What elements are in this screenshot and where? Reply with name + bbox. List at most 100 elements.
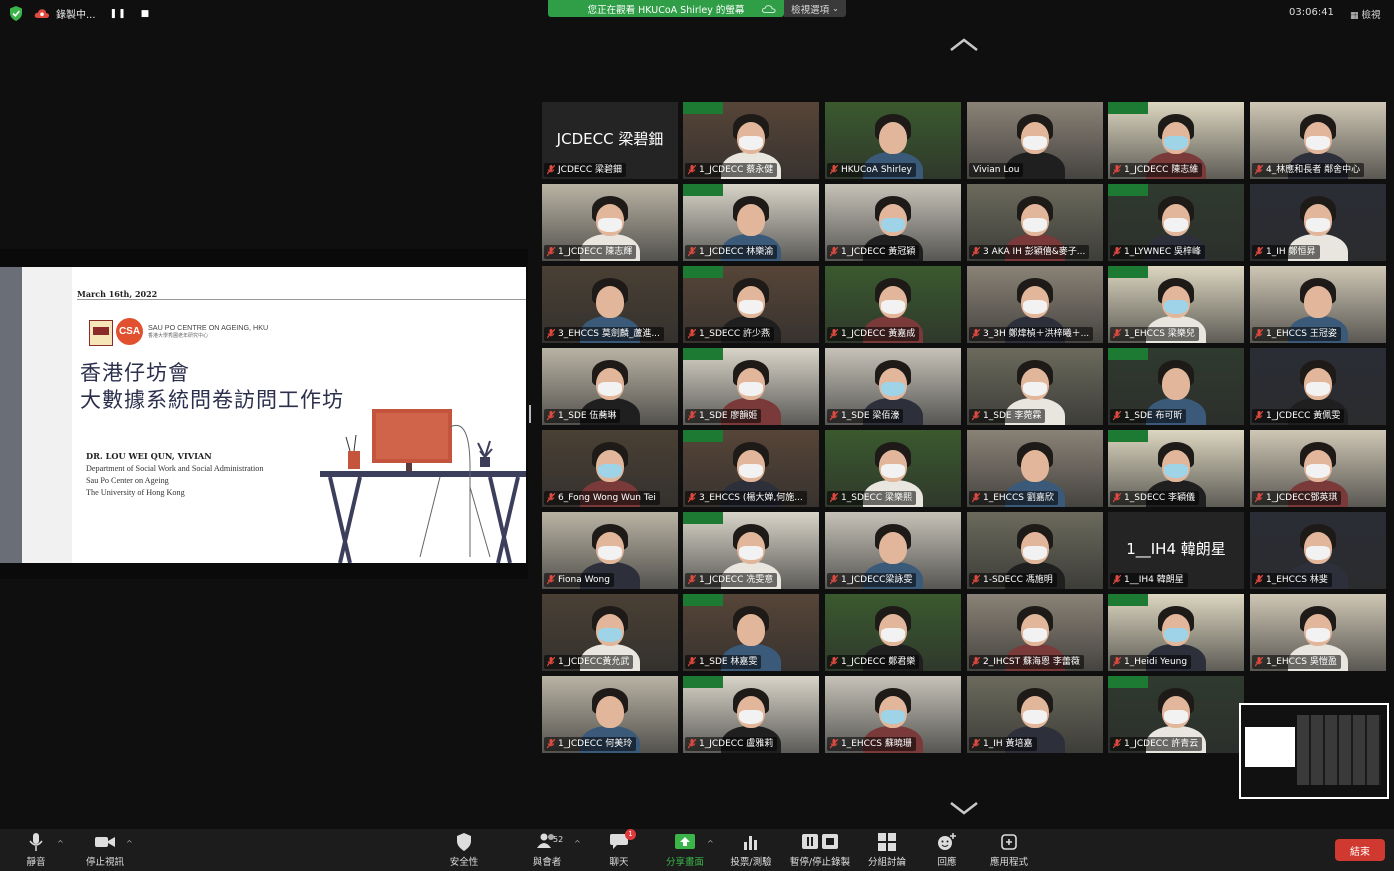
self-view-thumbnail[interactable] [1239,703,1389,799]
sau-po-logo: CSA [116,318,143,345]
face-mask [1306,136,1330,150]
muted-mic-icon [547,247,555,257]
muted-mic-icon [830,247,838,257]
participant-tile[interactable]: HKUCoA Shirley [825,102,961,179]
participant-tile[interactable]: 1_JCDECC 盧雅莉 [683,676,819,753]
participant-tile[interactable]: 1_SDECC 許少燕 [683,266,819,343]
audio-options-caret-icon[interactable]: ^ [57,839,64,848]
participant-tile[interactable]: 1-SDECC 馮施明 [967,512,1103,589]
participant-tile[interactable]: 1_EHCCS 梁樂兒 [1108,266,1244,343]
participant-tile[interactable]: Fiona Wong [542,512,678,589]
participant-tile[interactable]: 1_EHCCS 吳愷盈 [1250,594,1386,671]
participant-tile[interactable]: 1_SDECC 李穎儀 [1108,430,1244,507]
shield-icon[interactable] [9,6,23,21]
participant-tile[interactable]: 1_JCDECC 黃佩雯 [1250,348,1386,425]
participant-name-label: 1_Heidi Yeung [1110,655,1192,669]
cloud-icon [762,5,776,13]
face-mask [1023,218,1047,232]
participants-icon: 52 [527,833,567,851]
chat-button[interactable]: 1 聊天 [608,829,636,868]
participant-tile[interactable]: 1__IH4 韓朗星 1__IH4 韓朗星 [1108,512,1244,589]
participant-tile[interactable]: 1_JCDECC鄧英琪 [1250,430,1386,507]
participant-tile[interactable]: 6_Fong Wong Wun Tei [542,430,678,507]
participant-tile[interactable]: 1_SDE 布可昕 [1108,348,1244,425]
participant-tile[interactable]: 2_IHCST 蘇海恩 李蕾薇 [967,594,1103,671]
participant-tile[interactable]: 1_SDE 李菀霖 [967,348,1103,425]
view-button[interactable]: ▦ 檢視 [1350,7,1381,21]
green-banner [683,102,723,114]
participant-tile[interactable]: 1_SDECC 梁樂熙 [825,430,961,507]
participant-tile[interactable]: 1_JCDECC 鄭君樂 [825,594,961,671]
participant-tile[interactable]: 1_EHCCS 蘇曉珊 [825,676,961,753]
participant-tile[interactable]: 1_SDE 伍蕎琳 [542,348,678,425]
face-mask [1306,382,1330,396]
green-banner [683,512,723,524]
participant-tile[interactable]: 1_JCDECC 黃冠穎 [825,184,961,261]
participant-tile[interactable]: 4_林應和長者 鄰舍中心 [1250,102,1386,179]
video-options-caret-icon[interactable]: ^ [126,839,133,848]
smiley-plus-icon [938,833,956,850]
participant-tile[interactable]: 1_JCDECC 冼雯意 [683,512,819,589]
participant-tile[interactable]: 1_JCDECC 許青云 [1108,676,1244,753]
participant-name-label: 1_JCDECC梁詠雯 [827,573,917,587]
mute-button[interactable]: 靜音 [24,833,48,868]
pause-recording-icon[interactable]: ❚❚ [110,9,127,19]
participant-tile[interactable]: JCDECC 梁碧鈿 JCDECC 梁碧鈿 [542,102,678,179]
participant-tile[interactable]: 1_EHCCS 林斐 [1250,512,1386,589]
participant-tile[interactable]: 3_EHCCS 莫劍麟_蘆進... [542,266,678,343]
participant-count: 52 [553,835,564,844]
participant-name-label: 1__IH4 韓朗星 [1110,573,1188,587]
participant-tile[interactable]: 1_JCDECC 黃嘉成 [825,266,961,343]
reactions-button[interactable]: 回應 [935,833,959,868]
participant-tile[interactable]: 1_LYWNEC 吳梓峰 [1108,184,1244,261]
participant-tile[interactable]: 1_JCDECC 陳志輝 [542,184,678,261]
participants-button[interactable]: 52 與會者 [527,833,567,868]
participant-name-label: 1_EHCCS 王冠姿 [1252,327,1341,341]
participant-tile[interactable]: 1_IH 鄭恒昇 [1250,184,1386,261]
participant-tile[interactable]: 1_IH 黃培嘉 [967,676,1103,753]
participants-caret-icon[interactable]: ^ [574,839,581,848]
participant-tile[interactable]: 1_JCDECC 何美玲 [542,676,678,753]
participant-tile[interactable]: 1_JCDECC黃允武 [542,594,678,671]
muted-mic-icon [547,411,555,421]
pause-stop-recording-button[interactable]: 暫停/停止錄製 [788,833,852,868]
microphone-icon [29,833,43,851]
end-meeting-button[interactable]: 結束 [1335,839,1385,861]
share-screen-button[interactable]: 分享畫面 [664,833,706,868]
stop-recording-icon[interactable]: ■ [141,9,151,19]
participant-tile[interactable]: 1_SDE 林嘉雯 [683,594,819,671]
participant-tile[interactable]: 1_EHCCS 王冠姿 [1250,266,1386,343]
participant-tile[interactable]: 1_Heidi Yeung [1108,594,1244,671]
stop-video-button[interactable]: 停止視訊 [83,833,127,868]
participant-tile[interactable]: 1_JCDECC 林樂渝 [683,184,819,261]
participant-tile[interactable]: 1_JCDECC 蔡永健 [683,102,819,179]
share-options-caret-icon[interactable]: ^ [707,839,714,848]
splitter-handle[interactable] [529,405,531,423]
gallery-up-arrow-icon[interactable] [949,38,979,52]
stop-video-label: 停止視訊 [85,857,124,868]
participant-name-label: 1_JCDECC 盧雅莉 [685,737,778,751]
participant-tile[interactable]: 3_3H 鄭煒楨＋洪梓曦＋... [967,266,1103,343]
muted-mic-icon [1113,165,1121,175]
participant-tile[interactable]: 3 AKA IH 彭穎僖&麥子... [967,184,1103,261]
reactions-label: 回應 [937,857,957,868]
security-button[interactable]: 安全性 [448,833,480,868]
participant-tile[interactable]: 1_EHCCS 劉嘉欣 [967,430,1103,507]
participant-tile[interactable]: 1_SDE 廖韻姬 [683,348,819,425]
participant-tile[interactable]: 1_SDE 梁佰濠 [825,348,961,425]
participant-tile[interactable]: 1_JCDECC梁詠雯 [825,512,961,589]
participant-name-label: 1_SDE 布可昕 [1110,409,1187,423]
participant-name-label: 1_SDECC 梁樂熙 [827,491,916,505]
slide-left-panel [22,267,72,563]
participant-tile[interactable]: Vivian Lou [967,102,1103,179]
polls-button[interactable]: 投票/測驗 [728,833,774,868]
view-options-dropdown[interactable]: 檢視選項 ⌄ [784,0,846,17]
apps-label: 應用程式 [989,857,1028,868]
participant-tile[interactable]: 1_JCDECC 陳志維 [1108,102,1244,179]
participant-name-label: 1_EHCCS 蘇曉珊 [827,737,916,751]
breakout-rooms-button[interactable]: 分組討論 [867,833,907,868]
apps-button[interactable]: 應用程式 [988,833,1030,868]
participant-tile[interactable]: 3_EHCCS (楊大婵,何施... [683,430,819,507]
participant-name-label: 1_JCDECC 黃佩雯 [1252,409,1345,423]
gallery-down-arrow-icon[interactable] [949,801,979,815]
